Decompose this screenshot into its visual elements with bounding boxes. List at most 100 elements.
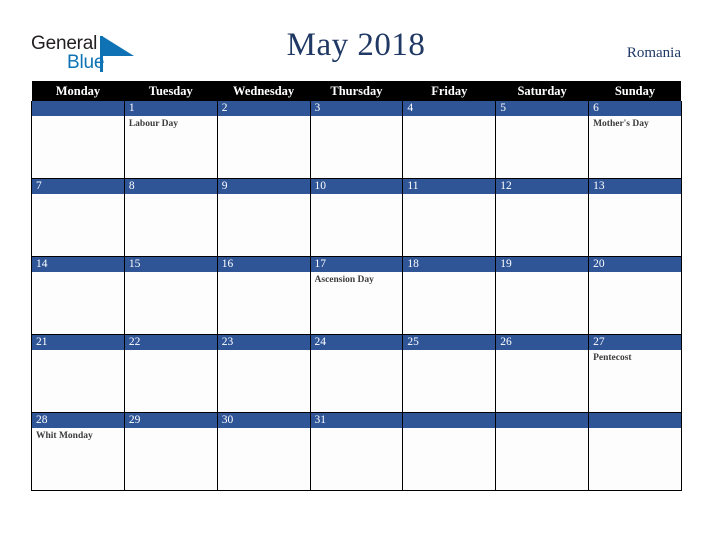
calendar-day-cell[interactable]: 13 <box>588 178 682 257</box>
day-number: 25 <box>403 335 496 350</box>
calendar-day-cell[interactable]: 12 <box>495 178 590 257</box>
calendar-day-cell[interactable]: 23 <box>216 334 311 413</box>
calendar-day-cell[interactable] <box>588 412 682 491</box>
day-cell-content: 14 <box>32 257 124 334</box>
day-events <box>589 428 681 431</box>
weekday-header-saturday: Saturday <box>495 81 589 101</box>
calendar-week-row: 28 Whit Monday 29 30 31 <box>31 412 682 491</box>
calendar-day-cell[interactable]: 30 <box>216 412 311 491</box>
day-number: 20 <box>589 257 681 272</box>
calendar-day-cell[interactable]: 21 <box>31 334 125 413</box>
holiday-label: Whit Monday <box>36 431 93 441</box>
day-cell-content <box>496 413 589 490</box>
day-number: 11 <box>403 179 496 194</box>
weekday-header-thursday: Thursday <box>310 81 403 101</box>
day-events <box>403 350 495 353</box>
calendar-day-cell[interactable]: 11 <box>402 178 497 257</box>
calendar-day-cell[interactable]: 20 <box>588 256 682 335</box>
calendar-day-cell[interactable]: 16 <box>216 256 311 335</box>
calendar-day-cell[interactable]: 29 <box>123 412 218 491</box>
calendar-day-cell[interactable]: 25 <box>402 334 497 413</box>
calendar-day-cell[interactable]: 5 <box>495 101 590 179</box>
calendar-day-cell[interactable]: 9 <box>216 178 311 257</box>
day-cell-content: 22 <box>124 335 217 412</box>
day-cell-content: 31 <box>310 413 403 490</box>
weekday-header-tuesday: Tuesday <box>124 81 218 101</box>
calendar-day-cell[interactable]: 7 <box>31 178 125 257</box>
day-events <box>32 194 124 197</box>
weekday-header-monday: Monday <box>31 81 125 101</box>
day-number: 12 <box>496 179 589 194</box>
calendar-day-cell[interactable] <box>31 101 125 179</box>
day-events <box>32 272 124 275</box>
calendar-day-cell[interactable]: 18 <box>402 256 497 335</box>
day-events <box>32 116 124 119</box>
calendar-day-cell[interactable]: 17 Ascension Day <box>309 256 404 335</box>
calendar-day-cell[interactable] <box>402 412 497 491</box>
day-events <box>218 116 310 119</box>
weekday-header-wednesday: Wednesday <box>217 81 311 101</box>
calendar-day-cell[interactable]: 26 <box>495 334 590 413</box>
day-cell-content: 6 Mother's Day <box>589 101 681 178</box>
country-label: Romania <box>626 45 681 61</box>
day-cell-content: 26 <box>496 335 589 412</box>
calendar-day-cell[interactable]: 19 <box>495 256 590 335</box>
day-cell-content: 3 <box>310 101 403 178</box>
calendar-day-cell[interactable]: 15 <box>123 256 218 335</box>
day-cell-content: 1 Labour Day <box>124 101 217 178</box>
day-cell-content: 5 <box>496 101 589 178</box>
calendar-day-cell[interactable]: 8 <box>123 178 218 257</box>
calendar-day-cell[interactable]: 10 <box>309 178 404 257</box>
day-number: 2 <box>217 101 310 116</box>
day-number: 1 <box>124 101 217 116</box>
holiday-label: Labour Day <box>128 119 179 129</box>
day-events: Mother's Day <box>589 116 681 130</box>
day-number: 23 <box>217 335 310 350</box>
calendar-day-cell[interactable]: 6 Mother's Day <box>588 101 682 179</box>
calendar-day-cell[interactable]: 2 <box>216 101 311 179</box>
day-events <box>496 428 588 431</box>
day-cell-content: 2 <box>217 101 310 178</box>
calendar-day-cell[interactable]: 27 Pentecost <box>588 334 682 413</box>
day-number <box>496 413 589 428</box>
day-number: 18 <box>403 257 496 272</box>
day-number: 30 <box>217 413 310 428</box>
day-events <box>403 428 495 431</box>
day-number: 19 <box>496 257 589 272</box>
day-cell-content: 10 <box>310 179 403 256</box>
calendar-day-cell[interactable]: 4 <box>402 101 497 179</box>
calendar-week-row: 1 Labour Day 2 3 4 5 6 Mother's Day <box>31 101 682 179</box>
calendar-day-cell[interactable]: 24 <box>309 334 404 413</box>
day-events <box>218 194 310 197</box>
day-cell-content: 18 <box>403 257 496 334</box>
day-events <box>125 350 217 353</box>
calendar-day-cell[interactable]: 28 Whit Monday <box>31 412 125 491</box>
calendar-day-cell[interactable]: 3 <box>309 101 404 179</box>
day-cell-content <box>32 101 124 178</box>
day-number: 28 <box>32 413 124 428</box>
calendar-day-cell[interactable] <box>495 412 590 491</box>
day-number: 10 <box>310 179 403 194</box>
day-events <box>496 116 588 119</box>
day-cell-content: 23 <box>217 335 310 412</box>
day-events <box>403 116 495 119</box>
day-events <box>496 272 588 275</box>
calendar-day-cell[interactable]: 14 <box>31 256 125 335</box>
calendar-weekday-header: Monday Tuesday Wednesday Thursday Friday… <box>31 81 682 101</box>
calendar-day-cell[interactable]: 31 <box>309 412 404 491</box>
calendar-day-cell[interactable]: 22 <box>123 334 218 413</box>
day-number: 22 <box>124 335 217 350</box>
day-cell-content: 19 <box>496 257 589 334</box>
day-events <box>311 428 403 431</box>
day-events <box>32 350 124 353</box>
calendar-day-cell[interactable]: 1 Labour Day <box>123 101 218 179</box>
day-number: 9 <box>217 179 310 194</box>
day-events <box>218 428 310 431</box>
day-number: 14 <box>32 257 124 272</box>
day-cell-content: 12 <box>496 179 589 256</box>
day-number: 6 <box>589 101 681 116</box>
day-number: 24 <box>310 335 403 350</box>
day-cell-content: 27 Pentecost <box>589 335 681 412</box>
day-number: 4 <box>403 101 496 116</box>
day-events <box>311 350 403 353</box>
